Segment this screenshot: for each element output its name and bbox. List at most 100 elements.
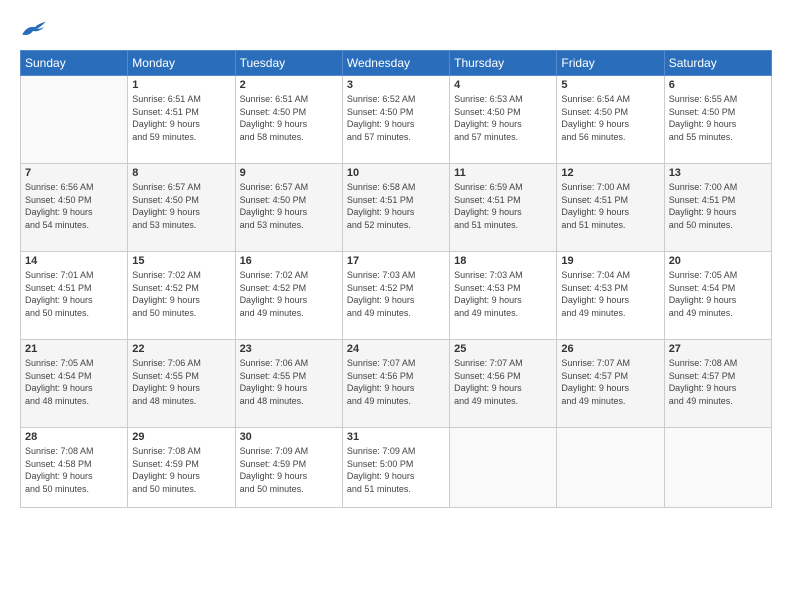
calendar-week-row: 28 Sunrise: 7:08 AM Sunset: 4:58 PM Dayli… (21, 428, 772, 508)
day-info: Sunrise: 6:54 AM Sunset: 4:50 PM Dayligh… (561, 93, 659, 143)
calendar-cell: 27 Sunrise: 7:08 AM Sunset: 4:57 PM Dayli… (664, 340, 771, 428)
day-info: Sunrise: 6:58 AM Sunset: 4:51 PM Dayligh… (347, 181, 445, 231)
day-number: 6 (669, 79, 767, 91)
day-number: 21 (25, 343, 123, 355)
day-number: 14 (25, 255, 123, 267)
calendar-cell: 17 Sunrise: 7:03 AM Sunset: 4:52 PM Dayli… (342, 252, 449, 340)
day-number: 27 (669, 343, 767, 355)
calendar-cell: 19 Sunrise: 7:04 AM Sunset: 4:53 PM Dayli… (557, 252, 664, 340)
calendar-week-row: 21 Sunrise: 7:05 AM Sunset: 4:54 PM Dayli… (21, 340, 772, 428)
day-info: Sunrise: 7:08 AM Sunset: 4:57 PM Dayligh… (669, 357, 767, 407)
calendar-cell: 11Sunrise: 6:59 AM Sunset: 4:51 PM Dayli… (450, 164, 557, 252)
day-info: Sunrise: 6:57 AM Sunset: 4:50 PM Dayligh… (132, 181, 230, 231)
day-number: 13 (669, 167, 767, 179)
calendar-cell (450, 428, 557, 508)
day-number: 2 (240, 79, 338, 91)
day-number: 15 (132, 255, 230, 267)
day-info: Sunrise: 6:56 AM Sunset: 4:50 PM Dayligh… (25, 181, 123, 231)
day-number: 31 (347, 431, 445, 443)
calendar-cell: 25Sunrise: 7:07 AM Sunset: 4:56 PM Dayli… (450, 340, 557, 428)
calendar-week-row: 1 Sunrise: 6:51 AM Sunset: 4:51 PM Daylig… (21, 76, 772, 164)
day-info: Sunrise: 7:09 AM Sunset: 5:00 PM Dayligh… (347, 445, 445, 495)
day-info: Sunrise: 6:57 AM Sunset: 4:50 PM Dayligh… (240, 181, 338, 231)
day-number: 7 (25, 167, 123, 179)
day-number: 29 (132, 431, 230, 443)
calendar-cell: 31 Sunrise: 7:09 AM Sunset: 5:00 PM Dayli… (342, 428, 449, 508)
day-info: Sunrise: 6:51 AM Sunset: 4:51 PM Dayligh… (132, 93, 230, 143)
day-info: Sunrise: 6:53 AM Sunset: 4:50 PM Dayligh… (454, 93, 552, 143)
day-number: 28 (25, 431, 123, 443)
calendar-cell (664, 428, 771, 508)
day-number: 23 (240, 343, 338, 355)
calendar-cell: 18 Sunrise: 7:03 AM Sunset: 4:53 PM Dayli… (450, 252, 557, 340)
weekday-header-wednesday: Wednesday (342, 51, 449, 76)
day-info: Sunrise: 6:59 AM Sunset: 4:51 PM Dayligh… (454, 181, 552, 231)
calendar-cell: 26Sunrise: 7:07 AM Sunset: 4:57 PM Dayli… (557, 340, 664, 428)
calendar-cell: 1 Sunrise: 6:51 AM Sunset: 4:51 PM Daylig… (128, 76, 235, 164)
day-info: Sunrise: 7:08 AM Sunset: 4:59 PM Dayligh… (132, 445, 230, 495)
calendar-cell: 9Sunrise: 6:57 AM Sunset: 4:50 PM Daylig… (235, 164, 342, 252)
logo (20, 18, 52, 40)
calendar-cell: 7 Sunrise: 6:56 AM Sunset: 4:50 PM Daylig… (21, 164, 128, 252)
day-number: 18 (454, 255, 552, 267)
day-number: 24 (347, 343, 445, 355)
day-number: 26 (561, 343, 659, 355)
calendar-cell: 22 Sunrise: 7:06 AM Sunset: 4:55 PM Dayli… (128, 340, 235, 428)
day-number: 5 (561, 79, 659, 91)
calendar-cell: 12Sunrise: 7:00 AM Sunset: 4:51 PM Dayli… (557, 164, 664, 252)
day-info: Sunrise: 7:02 AM Sunset: 4:52 PM Dayligh… (132, 269, 230, 319)
day-number: 4 (454, 79, 552, 91)
calendar-cell: 6Sunrise: 6:55 AM Sunset: 4:50 PM Daylig… (664, 76, 771, 164)
calendar-cell: 10Sunrise: 6:58 AM Sunset: 4:51 PM Dayli… (342, 164, 449, 252)
day-number: 20 (669, 255, 767, 267)
day-info: Sunrise: 7:03 AM Sunset: 4:53 PM Dayligh… (454, 269, 552, 319)
day-info: Sunrise: 7:08 AM Sunset: 4:58 PM Dayligh… (25, 445, 123, 495)
weekday-header-sunday: Sunday (21, 51, 128, 76)
day-info: Sunrise: 7:05 AM Sunset: 4:54 PM Dayligh… (669, 269, 767, 319)
calendar-cell: 8 Sunrise: 6:57 AM Sunset: 4:50 PM Daylig… (128, 164, 235, 252)
day-number: 3 (347, 79, 445, 91)
day-info: Sunrise: 7:04 AM Sunset: 4:53 PM Dayligh… (561, 269, 659, 319)
day-number: 22 (132, 343, 230, 355)
day-info: Sunrise: 7:03 AM Sunset: 4:52 PM Dayligh… (347, 269, 445, 319)
weekday-header-thursday: Thursday (450, 51, 557, 76)
calendar-cell: 13 Sunrise: 7:00 AM Sunset: 4:51 PM Dayli… (664, 164, 771, 252)
day-number: 17 (347, 255, 445, 267)
weekday-header-row: SundayMondayTuesdayWednesdayThursdayFrid… (21, 51, 772, 76)
weekday-header-monday: Monday (128, 51, 235, 76)
weekday-header-tuesday: Tuesday (235, 51, 342, 76)
calendar-cell: 2 Sunrise: 6:51 AM Sunset: 4:50 PM Daylig… (235, 76, 342, 164)
day-info: Sunrise: 7:09 AM Sunset: 4:59 PM Dayligh… (240, 445, 338, 495)
header (20, 18, 772, 40)
weekday-header-friday: Friday (557, 51, 664, 76)
calendar-cell: 4 Sunrise: 6:53 AM Sunset: 4:50 PM Daylig… (450, 76, 557, 164)
day-info: Sunrise: 6:51 AM Sunset: 4:50 PM Dayligh… (240, 93, 338, 143)
calendar-cell: 3 Sunrise: 6:52 AM Sunset: 4:50 PM Daylig… (342, 76, 449, 164)
day-info: Sunrise: 7:06 AM Sunset: 4:55 PM Dayligh… (132, 357, 230, 407)
day-info: Sunrise: 7:07 AM Sunset: 4:56 PM Dayligh… (347, 357, 445, 407)
day-info: Sunrise: 7:06 AM Sunset: 4:55 PM Dayligh… (240, 357, 338, 407)
logo-icon (20, 18, 48, 40)
day-info: Sunrise: 7:02 AM Sunset: 4:52 PM Dayligh… (240, 269, 338, 319)
calendar-cell: 23 Sunrise: 7:06 AM Sunset: 4:55 PM Dayli… (235, 340, 342, 428)
day-info: Sunrise: 7:00 AM Sunset: 4:51 PM Dayligh… (669, 181, 767, 231)
day-number: 30 (240, 431, 338, 443)
calendar-cell: 15 Sunrise: 7:02 AM Sunset: 4:52 PM Dayli… (128, 252, 235, 340)
calendar-week-row: 14Sunrise: 7:01 AM Sunset: 4:51 PM Dayli… (21, 252, 772, 340)
day-number: 12 (561, 167, 659, 179)
day-info: Sunrise: 6:52 AM Sunset: 4:50 PM Dayligh… (347, 93, 445, 143)
calendar-cell: 29 Sunrise: 7:08 AM Sunset: 4:59 PM Dayli… (128, 428, 235, 508)
calendar-cell: 14Sunrise: 7:01 AM Sunset: 4:51 PM Dayli… (21, 252, 128, 340)
day-number: 8 (132, 167, 230, 179)
calendar-cell (21, 76, 128, 164)
day-number: 1 (132, 79, 230, 91)
calendar-cell: 28 Sunrise: 7:08 AM Sunset: 4:58 PM Dayli… (21, 428, 128, 508)
page: SundayMondayTuesdayWednesdayThursdayFrid… (0, 0, 792, 612)
calendar-cell: 24 Sunrise: 7:07 AM Sunset: 4:56 PM Dayli… (342, 340, 449, 428)
day-number: 16 (240, 255, 338, 267)
calendar-cell: 20 Sunrise: 7:05 AM Sunset: 4:54 PM Dayli… (664, 252, 771, 340)
day-info: Sunrise: 7:05 AM Sunset: 4:54 PM Dayligh… (25, 357, 123, 407)
day-info: Sunrise: 7:07 AM Sunset: 4:56 PM Dayligh… (454, 357, 552, 407)
day-number: 19 (561, 255, 659, 267)
calendar-cell: 5 Sunrise: 6:54 AM Sunset: 4:50 PM Daylig… (557, 76, 664, 164)
